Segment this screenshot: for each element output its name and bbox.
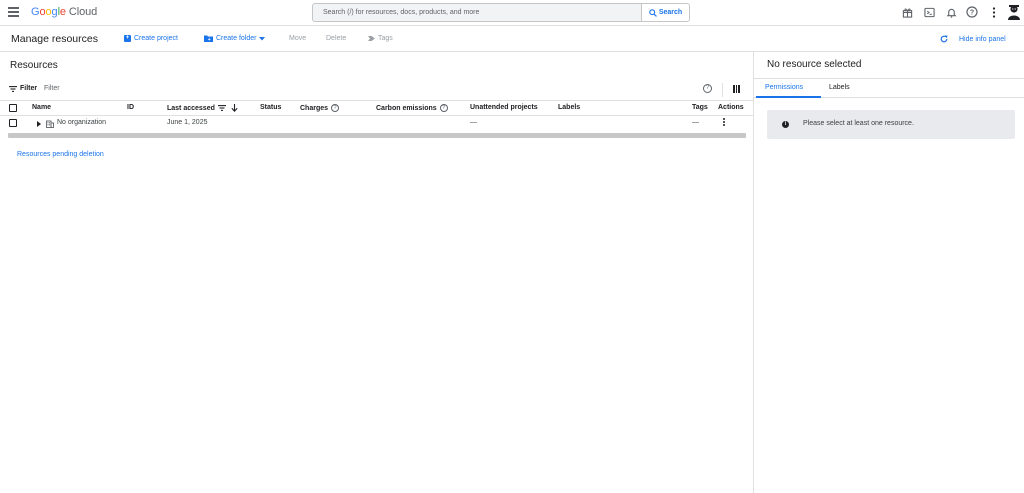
col-last-accessed[interactable]: Last accessed bbox=[167, 104, 238, 112]
col-carbon-emissions[interactable]: Carbon emissions ? bbox=[376, 104, 448, 112]
table-header: Name ID Last accessed Status Charges ? C… bbox=[0, 100, 753, 116]
action-bar: Manage resources + Create project + Crea… bbox=[0, 26, 1024, 52]
carbon-help-icon[interactable]: ? bbox=[439, 104, 448, 112]
table-row[interactable]: No organization June 1, 2025 — — bbox=[0, 116, 753, 131]
sort-filter-icon bbox=[217, 105, 226, 111]
page-title: Manage resources bbox=[11, 33, 98, 45]
col-unattended-projects[interactable]: Unattended projects bbox=[470, 104, 538, 111]
tab-labels[interactable]: Labels bbox=[829, 84, 850, 91]
tags-label: Tags bbox=[378, 35, 393, 42]
row-last-accessed: June 1, 2025 bbox=[167, 119, 208, 126]
help-icon[interactable]: ? bbox=[966, 6, 978, 18]
col-tags[interactable]: Tags bbox=[692, 104, 708, 111]
filter-icon bbox=[9, 85, 17, 92]
search-button-label: Search bbox=[658, 9, 683, 16]
horizontal-scrollbar[interactable] bbox=[8, 133, 746, 138]
col-labels[interactable]: Labels bbox=[558, 104, 580, 111]
row-tags: — bbox=[692, 119, 699, 126]
filter-label: Filter bbox=[20, 85, 38, 92]
row-checkbox[interactable] bbox=[9, 119, 17, 127]
table-help-icon[interactable]: ? bbox=[703, 84, 712, 93]
charges-help-icon[interactable]: ? bbox=[331, 104, 340, 112]
filter-input[interactable]: Filter bbox=[44, 85, 60, 92]
terminal-icon[interactable] bbox=[923, 6, 935, 18]
more-vert-icon[interactable] bbox=[988, 6, 1000, 18]
move-button[interactable]: Move bbox=[289, 35, 306, 42]
search-button[interactable]: Search bbox=[641, 3, 690, 22]
hide-info-panel-button[interactable]: Hide info panel bbox=[940, 35, 1006, 43]
row-name[interactable]: No organization bbox=[57, 119, 106, 126]
filter-bar: Filter Filter ? bbox=[0, 81, 753, 100]
hide-info-panel-label: Hide info panel bbox=[959, 35, 1006, 43]
resources-title: Resources bbox=[10, 60, 58, 71]
top-bar: Google Cloud Search (/) for resources, d… bbox=[0, 0, 1024, 26]
logo-cloud: Cloud bbox=[68, 6, 98, 18]
info-panel-title: No resource selected bbox=[767, 59, 862, 70]
create-folder-button[interactable]: + Create folder bbox=[204, 35, 266, 42]
avatar[interactable] bbox=[1007, 4, 1021, 20]
add-project-icon: + bbox=[124, 35, 131, 42]
google-cloud-logo[interactable]: Google Cloud bbox=[31, 6, 97, 18]
column-display-icon[interactable] bbox=[733, 85, 741, 93]
search-input[interactable]: Search (/) for resources, docs, products… bbox=[312, 3, 642, 22]
bell-icon[interactable] bbox=[945, 6, 957, 18]
create-project-button[interactable]: + Create project bbox=[124, 35, 178, 42]
expand-arrow-icon[interactable] bbox=[37, 121, 41, 127]
filter-button[interactable]: Filter bbox=[9, 85, 37, 92]
row-actions-menu-icon[interactable] bbox=[722, 118, 726, 128]
info-icon: i bbox=[782, 121, 789, 128]
select-all-checkbox[interactable] bbox=[9, 104, 17, 112]
logo-google: Google bbox=[31, 6, 66, 18]
info-notice-text: Please select at least one resource. bbox=[803, 120, 914, 127]
col-carbon-label: Carbon emissions bbox=[376, 104, 437, 112]
search-icon bbox=[649, 8, 657, 17]
col-charges-label: Charges bbox=[300, 104, 329, 112]
create-folder-icon: + bbox=[204, 35, 213, 42]
col-charges[interactable]: Charges ? bbox=[300, 104, 340, 112]
svg-text:?: ? bbox=[970, 9, 974, 16]
divider bbox=[722, 83, 723, 97]
create-folder-label: Create folder bbox=[216, 35, 257, 42]
gift-icon[interactable] bbox=[901, 6, 913, 18]
row-unattended: — bbox=[470, 119, 477, 126]
col-actions: Actions bbox=[718, 104, 744, 111]
svg-text:+: + bbox=[208, 37, 211, 42]
refresh-icon bbox=[940, 35, 948, 43]
tab-permissions[interactable]: Permissions bbox=[765, 84, 803, 91]
info-panel-tabs: Permissions Labels bbox=[754, 78, 1024, 98]
col-status[interactable]: Status bbox=[260, 104, 281, 111]
col-id[interactable]: ID bbox=[127, 104, 134, 111]
hamburger-menu-icon[interactable] bbox=[8, 7, 19, 18]
organization-building-icon bbox=[46, 120, 54, 128]
active-tab-indicator bbox=[756, 96, 821, 98]
resources-panel: Resources Filter Filter ? Name ID Last a… bbox=[0, 52, 753, 493]
info-notice: i Please select at least one resource. bbox=[767, 110, 1015, 139]
tags-button[interactable]: Tags bbox=[368, 35, 393, 42]
col-last-accessed-label: Last accessed bbox=[167, 104, 215, 112]
info-panel: No resource selected Permissions Labels … bbox=[753, 52, 1024, 493]
col-name[interactable]: Name bbox=[32, 104, 51, 111]
tag-icon bbox=[368, 36, 375, 41]
caret-down-icon bbox=[259, 36, 266, 40]
create-project-label: Create project bbox=[134, 35, 178, 42]
delete-button[interactable]: Delete bbox=[326, 35, 346, 42]
sort-arrow-down-icon bbox=[231, 104, 238, 112]
resources-pending-deletion-link[interactable]: Resources pending deletion bbox=[17, 151, 104, 158]
